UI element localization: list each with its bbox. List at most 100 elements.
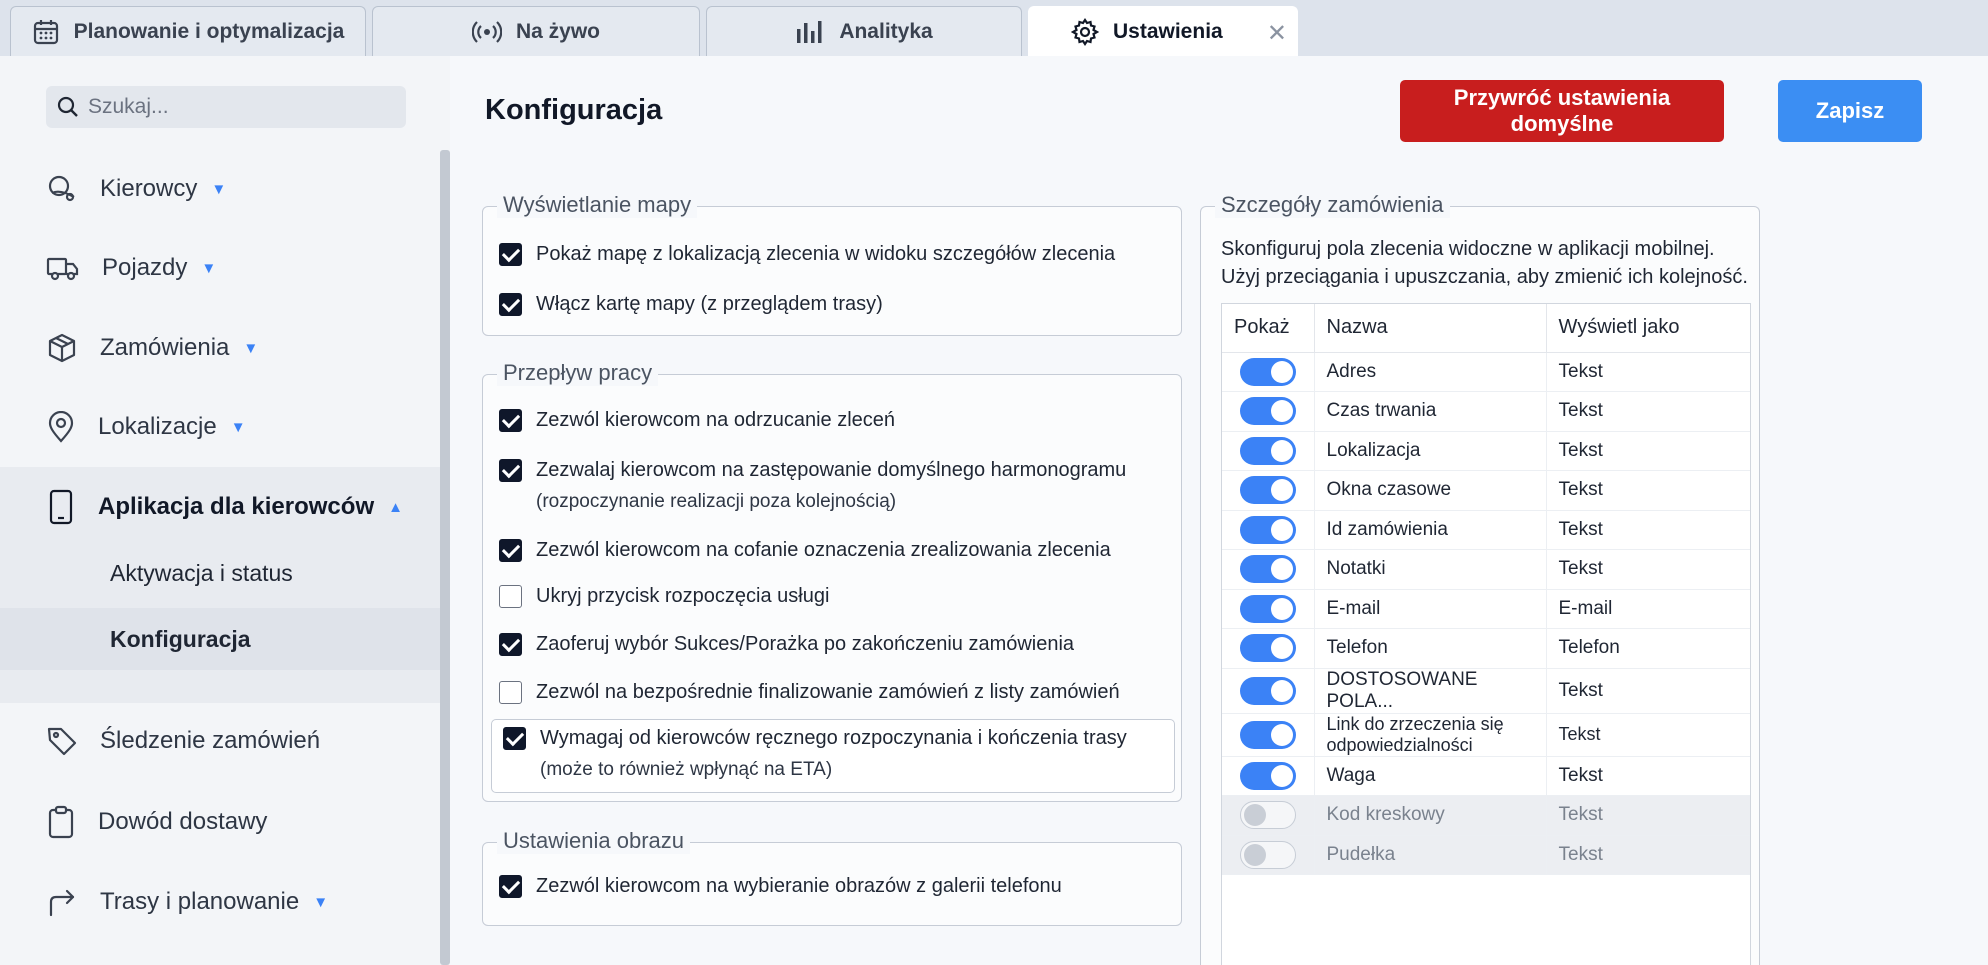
sidebar-item-orders[interactable]: Zamówienia ▼: [0, 313, 440, 383]
option-row[interactable]: Włącz kartę mapy (z przeglądem trasy): [499, 289, 883, 320]
checkbox[interactable]: [499, 293, 522, 316]
cell-display: Tekst: [1546, 713, 1750, 757]
description-line: Skonfiguruj pola zlecenia widoczne w apl…: [1221, 238, 1715, 260]
checkbox[interactable]: [499, 459, 522, 482]
visibility-toggle[interactable]: [1240, 801, 1296, 830]
option-row[interactable]: Zezwól na bezpośrednie finalizowanie zam…: [499, 677, 1120, 708]
visibility-toggle[interactable]: [1240, 720, 1296, 749]
checkbox[interactable]: [499, 539, 522, 562]
visibility-toggle[interactable]: [1240, 761, 1296, 790]
tab-live[interactable]: Na żywo: [372, 6, 700, 56]
table-row[interactable]: Waga Tekst: [1222, 756, 1750, 796]
tab-planning[interactable]: Planowanie i optymalizacja: [10, 6, 366, 56]
sidebar-item-locations[interactable]: Lokalizacje ▼: [0, 392, 440, 462]
table-row[interactable]: Adres Tekst: [1222, 352, 1750, 392]
column-header-name: Nazwa: [1314, 304, 1547, 353]
table-row[interactable]: Kod kreskowy Tekst: [1222, 795, 1750, 836]
option-label: Zaoferuj wybór Sukces/Porażka po zakończ…: [536, 633, 1075, 655]
sidebar-item-proof-of-delivery[interactable]: Dowód dostawy: [0, 787, 440, 857]
sidebar-item-label: Zamówienia: [100, 334, 230, 361]
visibility-toggle[interactable]: [1240, 634, 1296, 663]
cell-show: [1222, 470, 1315, 511]
table-row[interactable]: Link do zrzeczenia się odpowiedzialności…: [1222, 713, 1750, 757]
visibility-toggle[interactable]: [1240, 676, 1296, 705]
cell-display: Tekst: [1546, 470, 1750, 511]
tag-icon: [47, 727, 77, 756]
option-row[interactable]: Ukryj przycisk rozpoczęcia usługi: [499, 581, 829, 612]
table-row[interactable]: E-mail E-mail: [1222, 589, 1750, 629]
sidebar-item-label: Trasy i planowanie: [100, 888, 300, 915]
close-icon[interactable]: ✕: [1267, 19, 1287, 48]
tab-label: Analityka: [839, 19, 933, 43]
table-row[interactable]: Czas trwania Tekst: [1222, 391, 1750, 432]
cell-display: Tekst: [1546, 510, 1750, 550]
cell-show: [1222, 795, 1315, 836]
option-row[interactable]: Zaoferuj wybór Sukces/Porażka po zakończ…: [499, 629, 1074, 660]
cell-show: [1222, 589, 1315, 629]
table-row[interactable]: Okna czasowe Tekst: [1222, 470, 1750, 511]
reset-defaults-button[interactable]: Przywróć ustawienia domyślne: [1400, 80, 1724, 142]
option-row[interactable]: Pokaż mapę z lokalizacją zlecenia w wido…: [499, 239, 1115, 270]
visibility-toggle[interactable]: [1240, 476, 1296, 505]
visibility-toggle[interactable]: [1240, 555, 1296, 584]
table-row[interactable]: Id zamówienia Tekst: [1222, 510, 1750, 550]
save-button[interactable]: Zapisz: [1778, 80, 1922, 142]
option-row[interactable]: Wymagaj od kierowców ręcznego rozpoczyna…: [503, 723, 1127, 785]
table-row[interactable]: DOSTOSOWANE POLA... Tekst: [1222, 668, 1750, 714]
table-row[interactable]: Pudełka Tekst: [1222, 835, 1750, 875]
group-legend: Ustawienia obrazu: [497, 828, 690, 854]
checkbox[interactable]: [499, 409, 522, 432]
sidebar-item-label: Śledzenie zamówień: [100, 727, 321, 754]
checkbox[interactable]: [503, 727, 526, 750]
visibility-toggle[interactable]: [1240, 840, 1296, 869]
table-row[interactable]: Notatki Tekst: [1222, 549, 1750, 590]
cell-display: Tekst: [1546, 431, 1750, 471]
sidebar-item-order-tracking[interactable]: Śledzenie zamówień: [0, 706, 440, 776]
visibility-toggle[interactable]: [1240, 357, 1296, 386]
chevron-down-icon: ▼: [211, 180, 227, 198]
cell-name: Lokalizacja: [1314, 431, 1547, 471]
checkbox[interactable]: [499, 681, 522, 704]
sidebar-item-drivers[interactable]: Kierowcy ▼: [0, 154, 440, 224]
chevron-down-icon: ▼: [243, 339, 259, 357]
sidebar-item-label: Dowód dostawy: [98, 808, 268, 835]
table-row[interactable]: Telefon Telefon: [1222, 628, 1750, 669]
sidebar-subitem-configuration[interactable]: Konfiguracja: [0, 608, 440, 670]
option-row[interactable]: Zezwalaj kierowcom na zastępowanie domyś…: [499, 455, 1126, 517]
option-label: Zezwól kierowcom na wybieranie obrazów z…: [536, 875, 1062, 897]
cell-display: Tekst: [1546, 391, 1750, 432]
tab-analytics[interactable]: Analityka: [706, 6, 1022, 56]
tab-settings[interactable]: Ustawienia ✕: [1028, 6, 1298, 56]
visibility-toggle[interactable]: [1240, 436, 1296, 465]
main-content: Konfiguracja Przywróć ustawienia domyśln…: [450, 56, 1988, 965]
cell-display: Tekst: [1546, 795, 1750, 836]
checkbox[interactable]: [499, 585, 522, 608]
cell-display: Tekst: [1546, 668, 1750, 714]
checkbox[interactable]: [499, 633, 522, 656]
sidebar-subitem-label: Konfiguracja: [110, 625, 251, 652]
option-row[interactable]: Zezwól kierowcom na odrzucanie zleceń: [499, 405, 895, 436]
checkbox[interactable]: [499, 243, 522, 266]
map-display-group: Wyświetlanie mapy Pokaż mapę z lokalizac…: [482, 192, 1182, 336]
checkbox[interactable]: [499, 875, 522, 898]
option-row[interactable]: Zezwól kierowcom na wybieranie obrazów z…: [499, 871, 1062, 902]
visibility-toggle[interactable]: [1240, 397, 1296, 426]
search-box[interactable]: [46, 86, 406, 128]
sidebar-item-routes[interactable]: Trasy i planowanie ▼: [0, 867, 440, 937]
search-icon: [57, 96, 78, 117]
visibility-toggle[interactable]: [1240, 594, 1296, 623]
gear-icon: [1071, 17, 1099, 46]
search-input[interactable]: [88, 95, 388, 119]
sidebar-item-vehicles[interactable]: Pojazdy ▼: [0, 233, 440, 303]
sidebar-scrollbar[interactable]: [440, 150, 450, 965]
option-label: Pokaż mapę z lokalizacją zlecenia w wido…: [536, 243, 1116, 265]
tab-label: Planowanie i optymalizacja: [73, 19, 345, 43]
column-header-display: Wyświetl jako: [1546, 304, 1750, 353]
option-row[interactable]: Zezwól kierowcom na cofanie oznaczenia z…: [499, 535, 1111, 566]
sidebar-item-driver-app[interactable]: Aplikacja dla kierowców ▲: [0, 472, 440, 542]
visibility-toggle[interactable]: [1240, 515, 1296, 544]
sidebar-subitem-activation[interactable]: Aktywacja i status: [0, 542, 440, 604]
option-label: Ukryj przycisk rozpoczęcia usługi: [536, 585, 830, 607]
option-sublabel: (może to również wpłynąć na ETA): [540, 759, 833, 780]
table-row[interactable]: Lokalizacja Tekst: [1222, 431, 1750, 471]
